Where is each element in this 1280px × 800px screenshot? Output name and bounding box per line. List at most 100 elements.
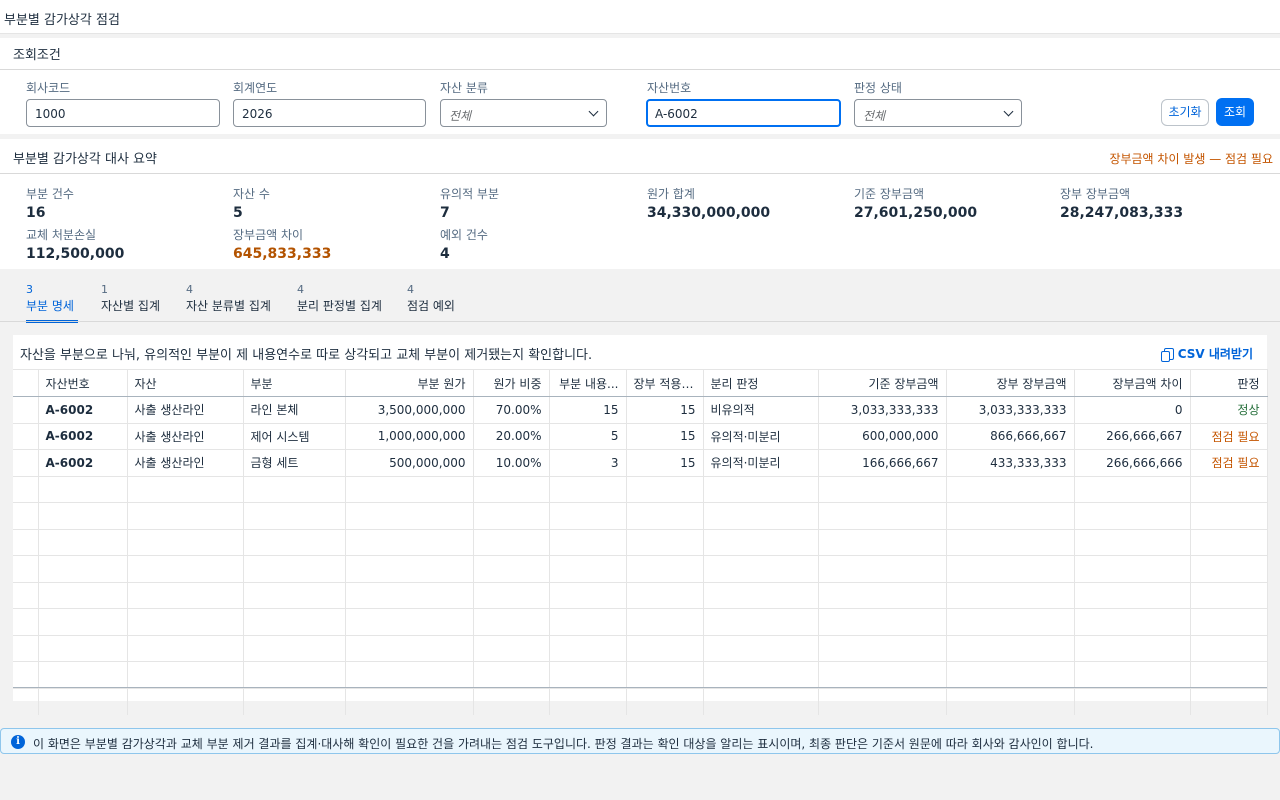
fiscal-year-label: 회계연도 <box>233 81 278 95</box>
tab-asset-class-summary[interactable]: 4 자산 분류별 집계 <box>186 283 271 314</box>
tab-separation-summary[interactable]: 4 분리 판정별 집계 <box>297 283 382 314</box>
cell-asset-number: A-6002 <box>38 396 128 424</box>
reset-button[interactable]: 초기화 <box>1161 99 1209 126</box>
cell-judgment: 점검 필요 <box>1190 449 1268 477</box>
cell-separation: 유의적·미분리 <box>703 449 819 477</box>
table-row[interactable]: A-6002 사출 생산라인 라인 본체 3,500,000,000 70.00… <box>13 396 1268 424</box>
row-selector[interactable] <box>13 396 39 424</box>
empty-row <box>13 635 1268 662</box>
csv-download-button[interactable]: CSV 내려받기 <box>1160 345 1253 362</box>
divider <box>0 69 1280 70</box>
tab-exceptions[interactable]: 4 점검 예외 <box>407 283 455 314</box>
column-header[interactable]: 자산 <box>127 369 244 397</box>
cell-judgment: 정상 <box>1190 396 1268 424</box>
detail-panel: 자산을 부분으로 나눠, 유의적인 부분이 제 내용연수로 따로 상각되고 교체… <box>13 335 1268 715</box>
tab-asset-summary[interactable]: 1 자산별 집계 <box>101 283 160 314</box>
kpi-value: 5 <box>233 205 243 221</box>
cell-asset-number: A-6002 <box>38 449 128 477</box>
chevron-down-icon <box>1003 106 1014 117</box>
tab-label: 점검 예외 <box>407 299 455 313</box>
column-header[interactable]: 부분 <box>243 369 346 397</box>
chevron-down-icon <box>588 106 599 117</box>
kpi-cost-total: 원가 합계 34,330,000,000 <box>647 185 770 221</box>
table-row[interactable]: A-6002 사출 생산라인 금형 세트 500,000,000 10.00% … <box>13 449 1268 477</box>
cell-reference-book-value: 166,666,667 <box>818 449 947 477</box>
cell-part: 제어 시스템 <box>243 423 346 450</box>
empty-row <box>13 688 1268 715</box>
kpi-value: 27,601,250,000 <box>854 205 978 221</box>
cell-ledger-life: 15 <box>626 396 704 424</box>
column-header[interactable]: 기준 장부금액 <box>818 369 947 397</box>
kpi-label: 교체 처분손실 <box>26 228 97 242</box>
copy-icon <box>1160 348 1174 362</box>
info-message-strip: i 이 화면은 부분별 감가상각과 교체 부분 제거 결과를 집계·대사해 확인… <box>0 728 1280 754</box>
cell-part: 라인 본체 <box>243 396 346 424</box>
summary-panel: 부분별 감가상각 대사 요약 장부금액 차이 발생 — 점검 필요 부분 건수 … <box>0 139 1280 269</box>
column-header[interactable]: 부분 내용... <box>549 369 627 397</box>
empty-row <box>13 529 1268 556</box>
info-icon: i <box>11 735 25 749</box>
cell-asset: 사출 생산라인 <box>127 449 244 477</box>
asset-number-label: 자산번호 <box>647 81 692 95</box>
empty-row <box>13 661 1268 689</box>
tab-label: 자산 분류별 집계 <box>186 299 271 313</box>
row-selector[interactable] <box>13 423 39 450</box>
divider <box>0 173 1280 174</box>
cell-ledger-book-value: 866,666,667 <box>946 423 1075 450</box>
tab-bar: 3 부분 명세 1 자산별 집계 4 자산 분류별 집계 4 분리 판정별 집계… <box>0 280 1280 323</box>
cell-difference: 0 <box>1074 396 1191 424</box>
column-header[interactable]: 장부 장부금액 <box>946 369 1075 397</box>
cell-ledger-life: 15 <box>626 449 704 477</box>
tab-part-detail[interactable]: 3 부분 명세 <box>26 283 78 323</box>
table-bottom-border <box>13 687 1267 688</box>
summary-warning: 장부금액 차이 발생 — 점검 필요 <box>1109 152 1273 166</box>
column-header[interactable]: 자산번호 <box>38 369 128 397</box>
tab-count: 3 <box>26 283 33 296</box>
row-selector[interactable] <box>13 449 39 477</box>
company-code-label: 회사코드 <box>26 81 71 95</box>
tab-count: 4 <box>407 283 414 296</box>
column-header[interactable]: 판정 <box>1190 369 1268 397</box>
table-row[interactable]: A-6002 사출 생산라인 제어 시스템 1,000,000,000 20.0… <box>13 423 1268 450</box>
tab-label: 부분 명세 <box>26 299 74 313</box>
kpi-significant-parts: 유의적 부분 7 <box>440 185 499 221</box>
asset-class-select[interactable]: 전체 <box>440 99 607 127</box>
table-header-row: 자산번호 자산 부분 부분 원가 원가 비중 부분 내용... 장부 적용 ..… <box>13 369 1268 397</box>
fiscal-year-input[interactable]: 2026 <box>233 99 426 127</box>
page-title: 부분별 감가상각 점검 <box>4 13 120 28</box>
company-code-input[interactable]: 1000 <box>26 99 220 127</box>
tab-label: 자산별 집계 <box>101 299 161 313</box>
asset-number-input[interactable]: A-6002 <box>646 99 841 127</box>
info-text: 이 화면은 부분별 감가상각과 교체 부분 제거 결과를 집계·대사해 확인이 … <box>33 737 1094 751</box>
kpi-label: 유의적 부분 <box>440 187 500 201</box>
kpi-label: 장부 장부금액 <box>1060 187 1131 201</box>
cell-separation: 유의적·미분리 <box>703 423 819 450</box>
empty-row <box>13 582 1268 609</box>
filter-header: 조회조건 <box>13 48 61 63</box>
judgment-status-label: 판정 상태 <box>854 81 902 95</box>
kpi-label: 장부금액 차이 <box>233 228 304 242</box>
search-button[interactable]: 조회 <box>1216 98 1254 126</box>
tab-count: 4 <box>297 283 304 296</box>
kpi-label: 원가 합계 <box>647 187 695 201</box>
csv-download-label: CSV 내려받기 <box>1177 347 1253 361</box>
cell-asset: 사출 생산라인 <box>127 423 244 450</box>
cell-asset: 사출 생산라인 <box>127 396 244 424</box>
column-header[interactable]: 장부금액 차이 <box>1074 369 1191 397</box>
cell-cost-share: 10.00% <box>473 449 550 477</box>
kpi-exception-count: 예외 건수 4 <box>440 226 488 262</box>
column-header[interactable]: 원가 비중 <box>473 369 550 397</box>
cell-part-life: 15 <box>549 396 627 424</box>
column-header[interactable]: 부분 원가 <box>345 369 474 397</box>
kpi-value: 645,833,333 <box>233 246 332 262</box>
summary-header: 부분별 감가상각 대사 요약 <box>13 152 157 167</box>
judgment-status-select[interactable]: 전체 <box>854 99 1022 127</box>
column-header[interactable]: 장부 적용 ... <box>626 369 704 397</box>
kpi-label: 부분 건수 <box>26 187 74 201</box>
kpi-value: 4 <box>440 246 450 262</box>
kpi-part-count: 부분 건수 16 <box>26 185 74 221</box>
column-header[interactable]: 분리 판정 <box>703 369 819 397</box>
kpi-label: 자산 수 <box>233 187 270 201</box>
asset-class-value: 전체 <box>449 109 472 123</box>
cell-ledger-life: 15 <box>626 423 704 450</box>
